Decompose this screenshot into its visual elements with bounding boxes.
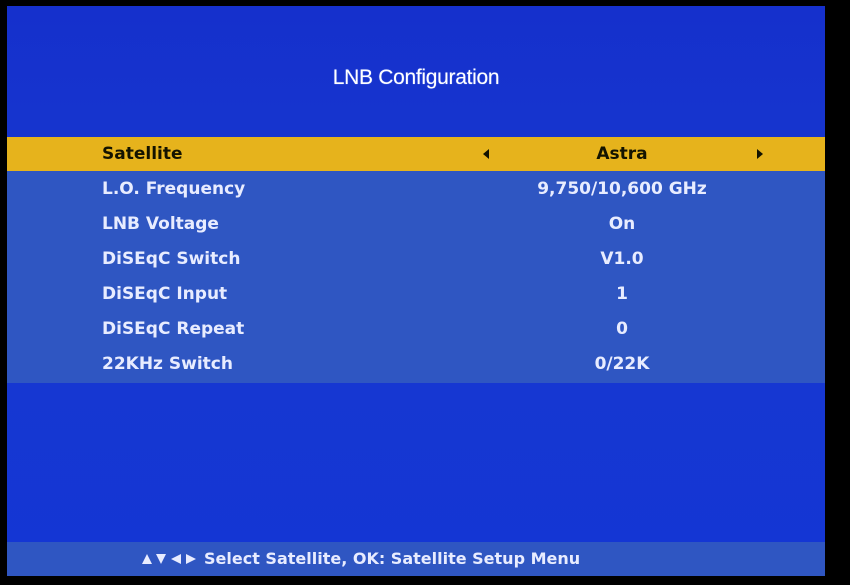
right-arrow-icon[interactable] xyxy=(757,149,763,159)
menu-row-diseqc-switch[interactable]: DiSEqC Switch V1.0 xyxy=(7,242,825,276)
menu-row-label: L.O. Frequency xyxy=(102,179,246,199)
menu-row-label: Satellite xyxy=(102,144,183,164)
lnb-configuration-menu: LNB Configuration Satellite Astra L.O. F… xyxy=(7,6,825,576)
menu-row-value: 9,750/10,600 GHz xyxy=(537,179,707,199)
menu-row-label: LNB Voltage xyxy=(102,214,219,234)
menu-row-lo-frequency[interactable]: L.O. Frequency 9,750/10,600 GHz xyxy=(7,172,825,206)
menu-row-22khz-switch[interactable]: 22KHz Switch 0/22K xyxy=(7,347,825,381)
help-text: Select Satellite, OK: Satellite Setup Me… xyxy=(204,549,581,568)
menu-row-value: 1 xyxy=(616,284,628,304)
menu-row-satellite[interactable]: Satellite Astra xyxy=(7,137,825,171)
menu-row-label: 22KHz Switch xyxy=(102,354,233,374)
menu-row-value: 0/22K xyxy=(594,354,650,374)
right-arrow-icon xyxy=(186,554,196,564)
menu-row-value: On xyxy=(608,214,636,234)
menu-row-diseqc-input[interactable]: DiSEqC Input 1 xyxy=(7,277,825,311)
settings-list: Satellite Astra L.O. Frequency 9,750/10,… xyxy=(7,137,825,383)
up-arrow-icon xyxy=(142,554,152,564)
left-arrow-icon xyxy=(171,554,181,564)
menu-row-label: DiSEqC Repeat xyxy=(102,319,245,339)
menu-row-label: DiSEqC Input xyxy=(102,284,228,304)
menu-row-value: Astra xyxy=(596,144,648,164)
left-arrow-icon[interactable] xyxy=(483,149,489,159)
down-arrow-icon xyxy=(156,554,166,564)
tv-screen: LNB Configuration Satellite Astra L.O. F… xyxy=(0,0,850,585)
menu-row-value: V1.0 xyxy=(600,249,644,269)
menu-row-label: DiSEqC Switch xyxy=(102,249,241,269)
navigation-icons xyxy=(142,553,206,567)
help-bar: Select Satellite, OK: Satellite Setup Me… xyxy=(7,542,825,576)
menu-row-value: 0 xyxy=(616,319,628,339)
page-title: LNB Configuration xyxy=(332,66,500,89)
menu-row-diseqc-repeat[interactable]: DiSEqC Repeat 0 xyxy=(7,312,825,346)
menu-row-lnb-voltage[interactable]: LNB Voltage On xyxy=(7,207,825,241)
